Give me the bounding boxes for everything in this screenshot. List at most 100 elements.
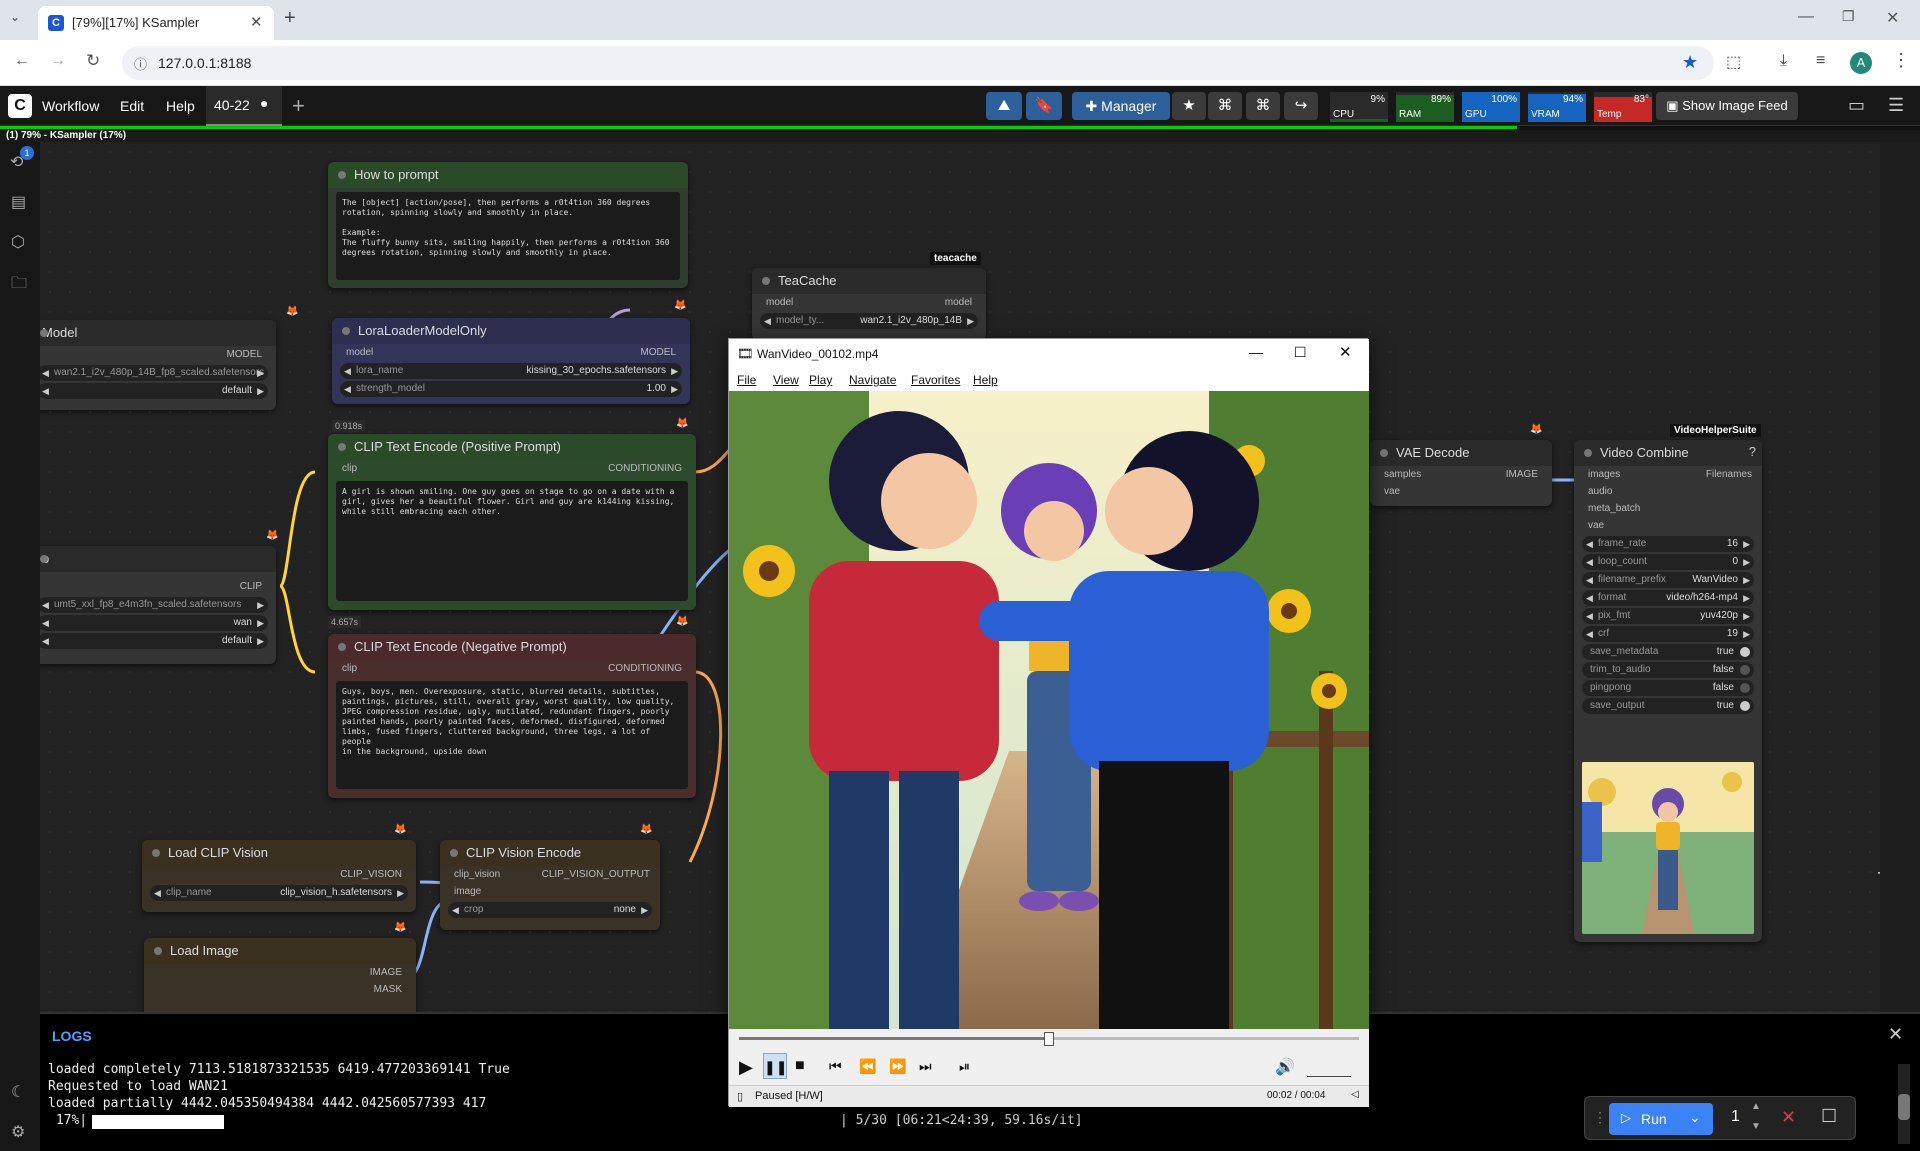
crop-widget[interactable]: crop none — [448, 902, 652, 918]
node-library-icon[interactable]: ▤ — [11, 192, 26, 212]
input-audio[interactable]: audio — [1574, 483, 1762, 500]
input-model[interactable]: model — [766, 294, 793, 311]
menu-edit[interactable]: Edit — [120, 98, 144, 114]
video-close-icon[interactable]: ✕ — [1339, 343, 1352, 361]
restore-icon[interactable]: ❐ — [1842, 8, 1855, 25]
model-loader-node[interactable]: Model MODEL wan2.1_i2v_480p_14B_fp8_scal… — [40, 320, 276, 410]
logs-scrollbar[interactable] — [1898, 1064, 1910, 1144]
tab-search-icon[interactable]: ⌄ — [10, 10, 20, 24]
new-tab-icon[interactable]: + — [284, 7, 296, 30]
type-widget[interactable]: wan — [40, 615, 268, 631]
input-clip-vision[interactable]: clip_vision — [454, 866, 500, 883]
trim-to-audio-toggle[interactable]: trim_to_audio false — [1582, 662, 1754, 678]
output-model[interactable]: model — [945, 294, 972, 311]
input-clip[interactable]: clip — [342, 460, 357, 477]
preview-thumbnail[interactable] — [1582, 762, 1754, 934]
run-dropdown-icon[interactable]: ⌄ — [1689, 1109, 1701, 1126]
logs-close-icon[interactable]: ✕ — [1888, 1024, 1903, 1045]
fast-forward-icon[interactable]: ⏩ — [889, 1058, 906, 1075]
model-type-widget[interactable]: model_ty... wan2.1_i2v_480p_14B — [760, 313, 978, 329]
reload-icon[interactable]: ↻ — [86, 51, 100, 71]
save-output-toggle[interactable]: save_output true — [1582, 698, 1754, 714]
note-text[interactable]: The [object] [action/pose], then perform… — [336, 192, 680, 280]
menu-help[interactable]: Help — [166, 98, 195, 114]
lora-loader-node[interactable]: LoraLoaderModelOnly model MODEL lora_name… — [332, 318, 690, 404]
input-vae[interactable]: vae — [1370, 483, 1552, 500]
format-widget[interactable]: format video/h264-mp4 — [1582, 590, 1754, 606]
video-frame[interactable] — [729, 391, 1369, 1029]
positive-prompt-text[interactable]: A girl is shown smiling. One guy goes on… — [336, 481, 688, 601]
run-button[interactable]: ▷ Run ⌄ — [1609, 1103, 1713, 1135]
decrement-icon[interactable]: ▼ — [1751, 1121, 1761, 1132]
video-menu-help[interactable]: Help — [973, 373, 998, 387]
site-info-icon[interactable]: ⓘ — [134, 54, 147, 73]
forward-icon[interactable]: → — [50, 52, 66, 70]
strength-model-widget[interactable]: strength_model 1.00 — [340, 381, 682, 397]
share-icon[interactable]: ↪ — [1284, 92, 1318, 120]
cancel-icon[interactable]: ✕ — [1781, 1107, 1796, 1128]
download-icon[interactable]: ⤓ — [1780, 52, 1787, 70]
video-player-window[interactable]: 🎞 WanVideo_00102.mp4 — ☐ ✕ File View Play N… — [728, 338, 1369, 1107]
positive-prompt-node[interactable]: CLIP Text Encode (Positive Prompt) clip C… — [328, 434, 696, 610]
lora-name-widget[interactable]: lora_name kissing_30_epochs.safetensors — [340, 363, 682, 379]
crf-widget[interactable]: crf 19 — [1582, 626, 1754, 642]
play-button-icon[interactable]: ▶ — [739, 1057, 753, 1078]
input-samples[interactable]: samples — [1384, 466, 1421, 483]
output-model[interactable]: MODEL — [40, 346, 276, 363]
load-image-node[interactable]: Load Image IMAGE MASK — [144, 938, 416, 1012]
input-image[interactable]: image — [440, 883, 660, 900]
previous-icon[interactable]: ⏮ — [829, 1058, 842, 1075]
menu-workflow[interactable]: Workflow — [42, 98, 99, 114]
output-image[interactable]: IMAGE — [1506, 466, 1538, 483]
settings-gear-icon[interactable]: ⚙ — [11, 1122, 25, 1142]
custom-nodes-icon[interactable]: ⌘ — [1246, 92, 1280, 120]
volume-slider[interactable] — [1307, 1055, 1351, 1077]
vae-decode-node[interactable]: VAE Decode samples IMAGE vae — [1370, 440, 1552, 506]
input-vae[interactable]: vae — [1574, 517, 1762, 534]
load-clip-vision-node[interactable]: Load CLIP Vision CLIP_VISION clip_namecl… — [142, 840, 416, 912]
output-clip[interactable]: CLIP — [40, 578, 276, 595]
comfy-logo-icon[interactable]: C — [8, 94, 32, 118]
help-icon[interactable]: ? — [1749, 444, 1756, 459]
minimize-icon[interactable]: — — [1798, 8, 1814, 26]
zoom-out-icon[interactable]: — — [1870, 854, 1880, 890]
output-filenames[interactable]: Filenames — [1706, 466, 1752, 483]
bottom-panel-icon[interactable]: ▭ — [1848, 95, 1865, 116]
select-mode-icon[interactable]: ➤ — [1870, 926, 1880, 962]
video-menu-view[interactable]: View — [773, 373, 799, 387]
tab-close-icon[interactable]: ✕ — [250, 13, 263, 31]
stop-button-icon[interactable]: ■ — [795, 1057, 805, 1075]
star-icon[interactable]: ★ — [1172, 92, 1206, 120]
pingpong-toggle[interactable]: pingpong false — [1582, 680, 1754, 696]
clip-name-widget[interactable]: umt5_xxl_fp8_e4m3fn_scaled.safetensors — [40, 597, 268, 613]
bookmark-star-icon[interactable]: ★ — [1682, 52, 1698, 73]
profile-avatar[interactable]: A — [1850, 52, 1872, 74]
clip-vision-encode-node[interactable]: CLIP Vision Encode clip_vision CLIP_VISIO… — [440, 840, 660, 930]
output-model[interactable]: MODEL — [640, 344, 676, 361]
bookmark-icon[interactable]: 🔖 — [1026, 92, 1062, 120]
workflow-tab[interactable]: 40-22 ● — [206, 86, 282, 126]
stop-icon[interactable]: ☐ — [1821, 1106, 1837, 1127]
mute-small-icon[interactable]: ◁ — [1351, 1089, 1359, 1100]
volume-icon[interactable]: 🔊 — [1275, 1057, 1295, 1077]
video-menu-play[interactable]: Play — [809, 373, 832, 387]
output-conditioning[interactable]: CONDITIONING — [608, 660, 682, 677]
frame-rate-widget[interactable]: frame_rate 16 — [1582, 536, 1754, 552]
seek-thumb[interactable] — [1044, 1032, 1054, 1046]
url-input[interactable]: ⓘ 127.0.0.1:8188 ★ — [122, 46, 1714, 80]
output-clip-vision-output[interactable]: CLIP_VISION_OUTPUT — [542, 866, 650, 883]
theme-toggle-icon[interactable]: ☾ — [11, 1082, 25, 1102]
logs-scroll-thumb[interactable] — [1898, 1094, 1910, 1120]
output-clip-vision[interactable]: CLIP_VISION — [142, 866, 416, 883]
media-control-icon[interactable]: ≡ — [1816, 52, 1825, 70]
next-icon[interactable]: ⏭ — [919, 1058, 932, 1075]
video-menu-favorites[interactable]: Favorites — [911, 373, 960, 387]
browser-menu-icon[interactable]: ⋮ — [1892, 50, 1910, 71]
unet-name-widget[interactable]: wan2.1_i2v_480p_14B_fp8_scaled.safetenso… — [40, 365, 268, 381]
window-close-icon[interactable]: ✕ — [1886, 8, 1899, 28]
pause-button-icon[interactable]: ❚❚ — [763, 1053, 787, 1079]
weight-dtype-widget[interactable]: default — [40, 383, 268, 399]
show-image-feed-button[interactable]: ▣ Show Image Feed — [1656, 92, 1798, 120]
browser-tab[interactable]: C [79%][17%] KSampler ✕ — [38, 6, 274, 40]
batch-count[interactable]: 1 — [1731, 1108, 1740, 1126]
